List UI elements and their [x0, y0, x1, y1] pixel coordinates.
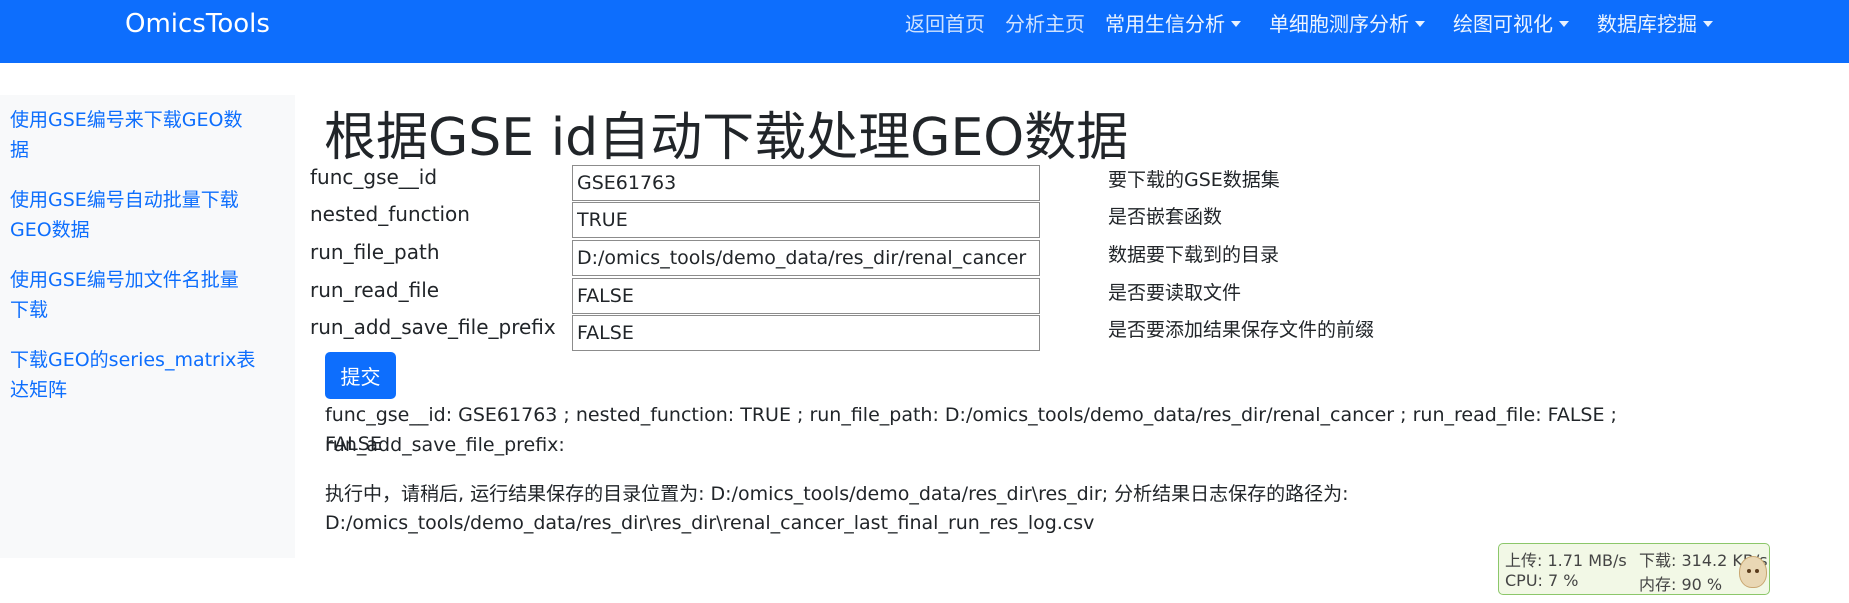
sidebar-item-label: 使用GSE编号加文件名批量 — [10, 269, 239, 291]
sidebar-item-download-gse[interactable]: 使用GSE编号来下载GEO数 据 — [10, 105, 272, 165]
memory-usage: 内存: 90 % — [1639, 575, 1723, 594]
field-description: 要下载的GSE数据集 — [1108, 169, 1280, 191]
sidebar: 使用GSE编号来下载GEO数 据 使用GSE编号自动批量下载 GEO数据 使用G… — [0, 95, 295, 558]
nav-analysis-home-link[interactable]: 分析主页 — [1005, 8, 1085, 37]
sidebar-item-batch-download-gse[interactable]: 使用GSE编号自动批量下载 GEO数据 — [10, 185, 272, 245]
caret-down-icon — [1415, 20, 1425, 27]
gse-id-input[interactable] — [572, 165, 1040, 201]
field-label: func_gse__id — [310, 165, 438, 189]
sidebar-item-label: 达矩阵 — [10, 379, 68, 401]
sidebar-item-series-matrix[interactable]: 下载GEO的series_matrix表 达矩阵 — [10, 345, 272, 405]
form-row-run-add-save-file-prefix: run_add_save_file_prefix 是否要添加结果保存文件的前缀 — [310, 315, 1410, 353]
form-row-run-read-file: run_read_file 是否要读取文件 — [310, 278, 1410, 316]
run-file-path-input[interactable] — [572, 240, 1040, 276]
nested-function-input[interactable] — [572, 202, 1040, 238]
top-navbar: OmicsTools 返回首页 分析主页 常用生信分析 单细胞测序分析 绘图可视… — [0, 0, 1849, 63]
submit-button[interactable]: 提交 — [325, 352, 396, 399]
params-output-line: func_gse__id: GSE61763 ; nested_function… — [325, 404, 1617, 456]
form-row-gse-id: func_gse__id 要下载的GSE数据集 — [310, 165, 1410, 203]
caret-down-icon — [1559, 20, 1569, 27]
nav-dropdown-database-mining[interactable]: 数据库挖掘 — [1597, 8, 1713, 37]
cpu-usage: CPU: 7 % — [1505, 571, 1579, 590]
sidebar-item-label: 使用GSE编号自动批量下载 — [10, 189, 239, 211]
dropdown-label: 数据库挖掘 — [1597, 12, 1697, 36]
form-row-nested-function: nested_function 是否嵌套函数 — [310, 202, 1410, 240]
sidebar-item-label: 使用GSE编号来下载GEO数 — [10, 109, 243, 131]
field-description: 是否嵌套函数 — [1108, 206, 1223, 228]
form-row-run-file-path: run_file_path 数据要下载到的目录 — [310, 240, 1410, 278]
status-message-line: D:/omics_tools/demo_data/res_dir\res_dir… — [325, 512, 1095, 534]
upload-speed: 上传: 1.71 MB/s — [1505, 551, 1627, 570]
field-label: run_read_file — [310, 278, 440, 302]
sidebar-item-label: GEO数据 — [10, 219, 90, 241]
field-description: 数据要下载到的目录 — [1108, 244, 1280, 266]
nav-dropdown-plotting[interactable]: 绘图可视化 — [1453, 8, 1569, 37]
sidebar-item-batch-download-filename[interactable]: 使用GSE编号加文件名批量 下载 — [10, 265, 272, 325]
nav-dropdown-single-cell[interactable]: 单细胞测序分析 — [1269, 8, 1425, 37]
caret-down-icon — [1231, 20, 1241, 27]
sidebar-item-label: 下载GEO的series_matrix表 — [10, 349, 256, 371]
dropdown-label: 单细胞测序分析 — [1269, 12, 1409, 36]
cat-mascot-icon — [1739, 556, 1767, 588]
sidebar-item-label: 据 — [10, 139, 30, 161]
field-description: 是否要添加结果保存文件的前缀 — [1108, 319, 1375, 341]
nav-dropdown-common-bioinfo[interactable]: 常用生信分析 — [1105, 8, 1241, 37]
network-monitor-widget[interactable]: 上传: 1.71 MB/s 下载: 314.2 KB/s CPU: 7 % 内存… — [1498, 543, 1770, 595]
dropdown-label: 绘图可视化 — [1453, 12, 1553, 36]
dropdown-label: 常用生信分析 — [1105, 12, 1225, 36]
field-label: run_file_path — [310, 240, 440, 264]
field-label: run_add_save_file_prefix — [310, 315, 556, 339]
brand-logo[interactable]: OmicsTools — [125, 9, 270, 39]
run-add-save-file-prefix-input[interactable] — [572, 315, 1040, 351]
page-title: 根据GSE id自动下载处理GEO数据 — [324, 108, 1129, 168]
field-description: 是否要读取文件 — [1108, 282, 1242, 304]
field-label: nested_function — [310, 202, 470, 226]
caret-down-icon — [1703, 20, 1713, 27]
nav-home-link[interactable]: 返回首页 — [905, 8, 985, 37]
sidebar-item-label: 下载 — [10, 299, 49, 321]
status-message-line: 执行中，请稍后, 运行结果保存的目录位置为: D:/omics_tools/de… — [325, 483, 1349, 505]
params-output-line: FALSE — [325, 433, 382, 455]
run-read-file-input[interactable] — [572, 278, 1040, 314]
nav-links: 返回首页 分析主页 常用生信分析 单细胞测序分析 绘图可视化 数据库挖掘 — [905, 8, 1741, 37]
